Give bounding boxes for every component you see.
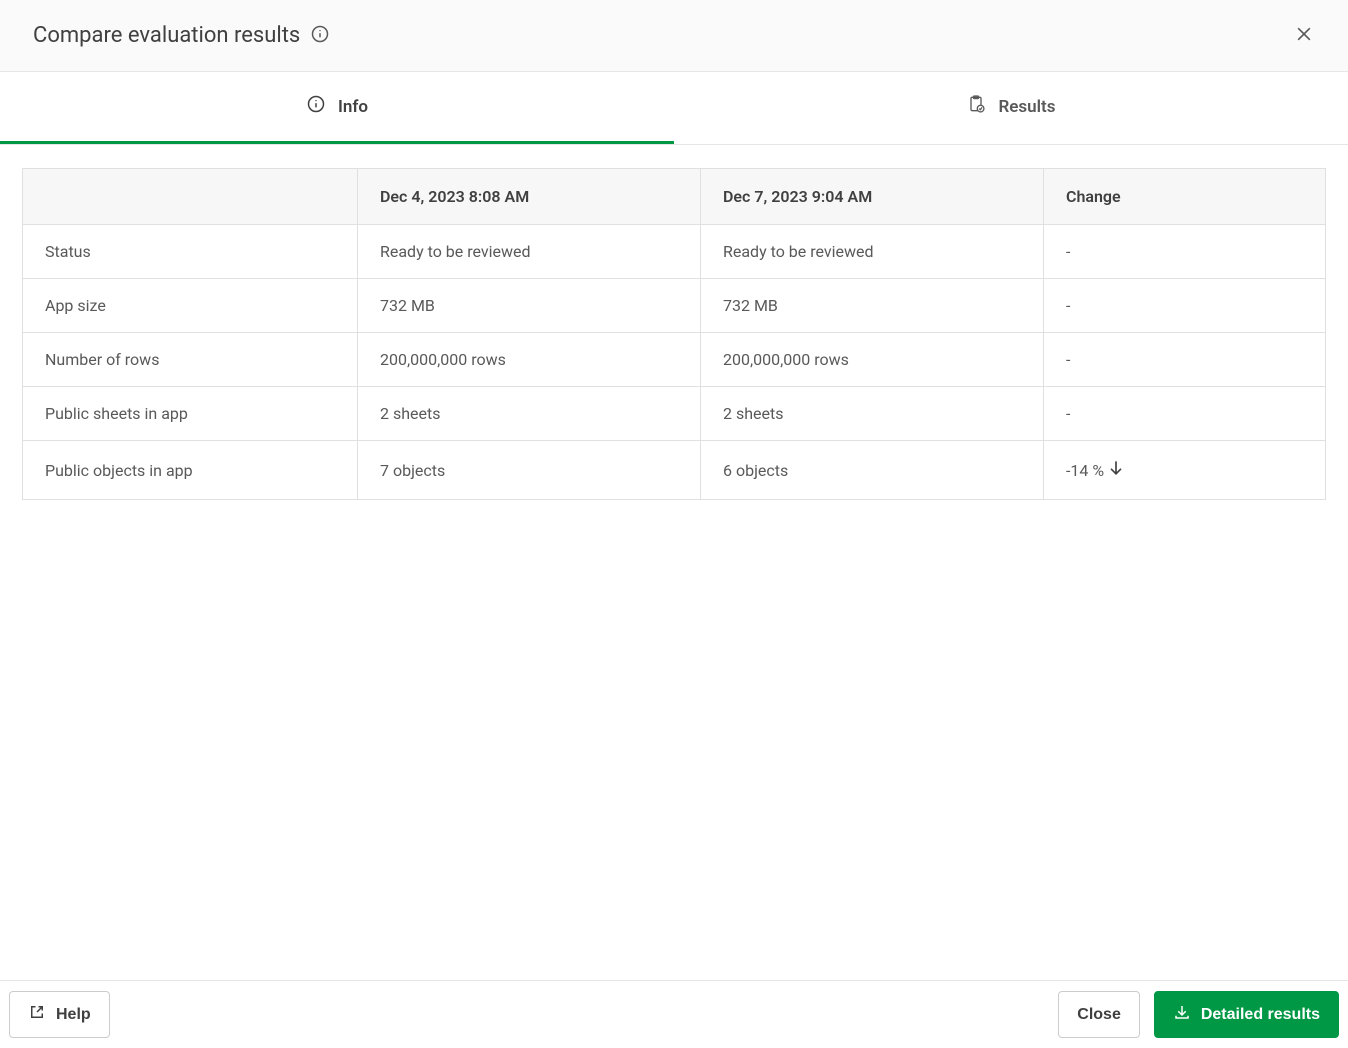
row-change: -14 % [1044,441,1326,500]
row-value-a: Ready to be reviewed [358,225,701,279]
table-row: Public objects in app7 objects6 objects -… [23,441,1326,500]
tab-info[interactable]: Info [0,72,674,144]
arrow-down-icon [1106,458,1126,482]
row-label: Status [23,225,358,279]
footer-right: Close Detailed results [1058,991,1339,1038]
row-value-b: 6 objects [701,441,1044,500]
info-icon[interactable] [310,24,330,48]
close-icon-button[interactable] [1290,20,1318,51]
clipboard-check-icon [966,94,986,119]
row-change: - [1044,279,1326,333]
row-change-value: - [1066,404,1070,423]
row-value-b: Ready to be reviewed [701,225,1044,279]
row-value-a: 732 MB [358,279,701,333]
tab-info-label: Info [338,97,368,117]
content-area: Dec 4, 2023 8:08 AM Dec 7, 2023 9:04 AM … [0,145,1348,980]
row-change: - [1044,333,1326,387]
dialog-footer: Help Close Detailed results [0,980,1348,1048]
row-label: Public sheets in app [23,387,358,441]
row-value-a: 200,000,000 rows [358,333,701,387]
row-label: Number of rows [23,333,358,387]
row-change-value: -14 % [1066,461,1104,480]
row-label: App size [23,279,358,333]
close-button-label: Close [1077,1006,1121,1024]
tab-results-label: Results [998,97,1055,117]
help-button[interactable]: Help [9,991,110,1038]
row-value-b: 200,000,000 rows [701,333,1044,387]
detailed-results-button[interactable]: Detailed results [1154,991,1339,1038]
help-button-label: Help [56,1006,91,1024]
table-header-b: Dec 7, 2023 9:04 AM [701,169,1044,225]
row-value-b: 2 sheets [701,387,1044,441]
table-header-empty [23,169,358,225]
row-value-a: 7 objects [358,441,701,500]
table-header-change: Change [1044,169,1326,225]
tab-results[interactable]: Results [674,72,1348,144]
table-row: App size732 MB732 MB- [23,279,1326,333]
row-value-b: 732 MB [701,279,1044,333]
detailed-results-label: Detailed results [1201,1006,1320,1024]
download-icon [1173,1003,1191,1026]
row-label: Public objects in app [23,441,358,500]
table-row: StatusReady to be reviewedReady to be re… [23,225,1326,279]
close-button[interactable]: Close [1058,991,1140,1038]
info-icon [306,94,326,119]
row-value-a: 2 sheets [358,387,701,441]
row-change-value: - [1066,350,1070,369]
close-icon [1294,24,1314,47]
row-change: - [1044,225,1326,279]
table-row: Public sheets in app2 sheets2 sheets- [23,387,1326,441]
tabs: Info Results [0,72,1348,145]
table-row: Number of rows200,000,000 rows200,000,00… [23,333,1326,387]
compare-table: Dec 4, 2023 8:08 AM Dec 7, 2023 9:04 AM … [22,168,1326,500]
dialog-header: Compare evaluation results [0,0,1348,72]
table-header-a: Dec 4, 2023 8:08 AM [358,169,701,225]
dialog-title-wrap: Compare evaluation results [33,23,330,48]
row-change-value: - [1066,242,1070,261]
row-change-value: - [1066,296,1070,315]
external-link-icon [28,1003,46,1026]
table-header-row: Dec 4, 2023 8:08 AM Dec 7, 2023 9:04 AM … [23,169,1326,225]
row-change: - [1044,387,1326,441]
dialog-title: Compare evaluation results [33,23,300,48]
